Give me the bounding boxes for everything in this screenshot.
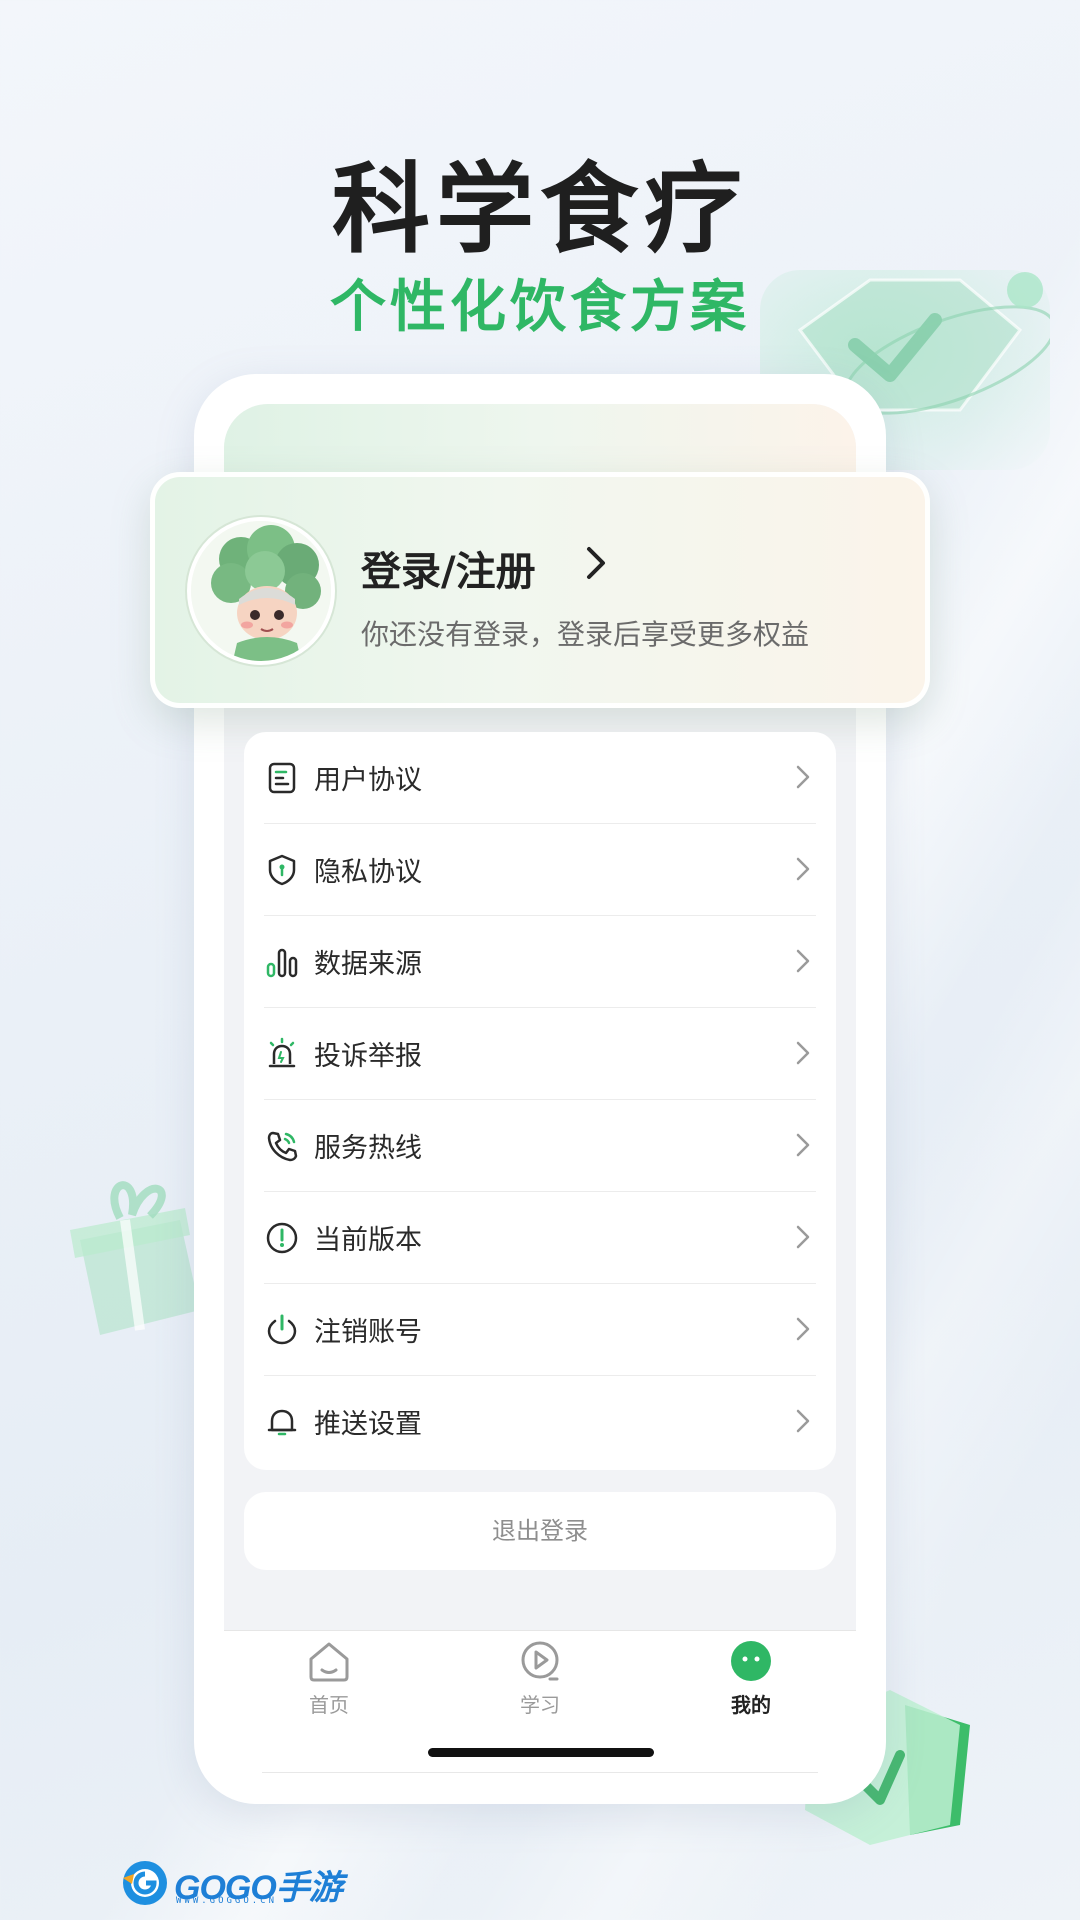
tab-home[interactable]: 首页 bbox=[269, 1639, 389, 1729]
login-register-title[interactable]: 登录/注册 bbox=[361, 539, 536, 597]
chevron-right-icon bbox=[796, 857, 810, 881]
tab-label: 我的 bbox=[731, 1693, 771, 1717]
shield-icon bbox=[268, 854, 296, 886]
logout-button[interactable]: 退出登录 bbox=[244, 1492, 836, 1570]
menu-item-service-hotline[interactable]: 服务热线 bbox=[264, 1100, 816, 1192]
settings-menu: 用户协议 隐私协议 数据来源 投诉举报 服务热线 当前版本 注销账号 推送设置 bbox=[244, 732, 836, 1470]
chevron-right-icon bbox=[796, 1225, 810, 1249]
watermark-text: GOGO手游网 bbox=[174, 1869, 343, 1920]
home-icon bbox=[309, 1642, 349, 1682]
tab-mine[interactable]: 我的 bbox=[691, 1639, 811, 1729]
document-icon bbox=[268, 762, 296, 794]
alarm-icon bbox=[268, 1037, 296, 1068]
menu-item-label: 推送设置 bbox=[314, 1409, 422, 1440]
info-icon bbox=[266, 1222, 298, 1254]
chevron-right-icon bbox=[796, 1041, 810, 1065]
tab-label: 学习 bbox=[520, 1693, 560, 1717]
menu-item-label: 用户协议 bbox=[314, 765, 422, 796]
watermark-logo: GOGO手游网 WWW.GOGGO.CN bbox=[120, 1858, 350, 1920]
profile-login-card[interactable]: 登录/注册 你还没有登录，登录后享受更多权益 bbox=[150, 472, 930, 708]
menu-item-label: 投诉举报 bbox=[314, 1041, 422, 1072]
divider bbox=[262, 1772, 818, 1773]
hero-title: 科学食疗 bbox=[331, 153, 748, 267]
profile-face-icon bbox=[731, 1641, 771, 1681]
broccoli-mascot-avatar[interactable] bbox=[187, 517, 335, 665]
menu-item-complaint-report[interactable]: 投诉举报 bbox=[264, 1008, 816, 1100]
menu-item-user-agreement[interactable]: 用户协议 bbox=[264, 732, 816, 824]
menu-item-label: 当前版本 bbox=[314, 1225, 422, 1256]
menu-item-label: 服务热线 bbox=[314, 1133, 422, 1164]
menu-item-label: 数据来源 bbox=[314, 949, 422, 980]
chevron-right-icon[interactable] bbox=[579, 543, 613, 583]
menu-item-privacy-agreement[interactable]: 隐私协议 bbox=[264, 824, 816, 916]
home-indicator[interactable] bbox=[428, 1748, 654, 1757]
chevron-right-icon bbox=[796, 1317, 810, 1341]
bottom-tab-bar: 首页 学习 我的 bbox=[224, 1630, 856, 1730]
login-description: 你还没有登录，登录后享受更多权益 bbox=[361, 618, 810, 651]
bar-chart-icon bbox=[266, 948, 298, 978]
power-icon bbox=[267, 1314, 297, 1345]
play-icon bbox=[521, 1641, 559, 1681]
menu-item-label: 隐私协议 bbox=[314, 857, 422, 888]
watermark-logo-icon bbox=[123, 1861, 167, 1905]
bell-icon bbox=[267, 1409, 297, 1436]
tab-study[interactable]: 学习 bbox=[480, 1639, 600, 1729]
chevron-right-icon bbox=[796, 1409, 810, 1433]
menu-item-data-source[interactable]: 数据来源 bbox=[264, 916, 816, 1008]
chevron-right-icon bbox=[796, 949, 810, 973]
menu-item-delete-account[interactable]: 注销账号 bbox=[264, 1284, 816, 1376]
watermark-url: WWW.GOGGO.CN bbox=[176, 1896, 278, 1906]
menu-item-label: 注销账号 bbox=[314, 1317, 422, 1348]
tab-label: 首页 bbox=[309, 1693, 349, 1717]
chevron-right-icon bbox=[796, 765, 810, 789]
menu-item-push-settings[interactable]: 推送设置 bbox=[264, 1376, 816, 1468]
chevron-right-icon bbox=[796, 1133, 810, 1157]
hero-subtitle: 个性化饮食方案 bbox=[330, 275, 750, 340]
phone-icon bbox=[267, 1131, 298, 1162]
menu-item-current-version[interactable]: 当前版本 bbox=[264, 1192, 816, 1284]
